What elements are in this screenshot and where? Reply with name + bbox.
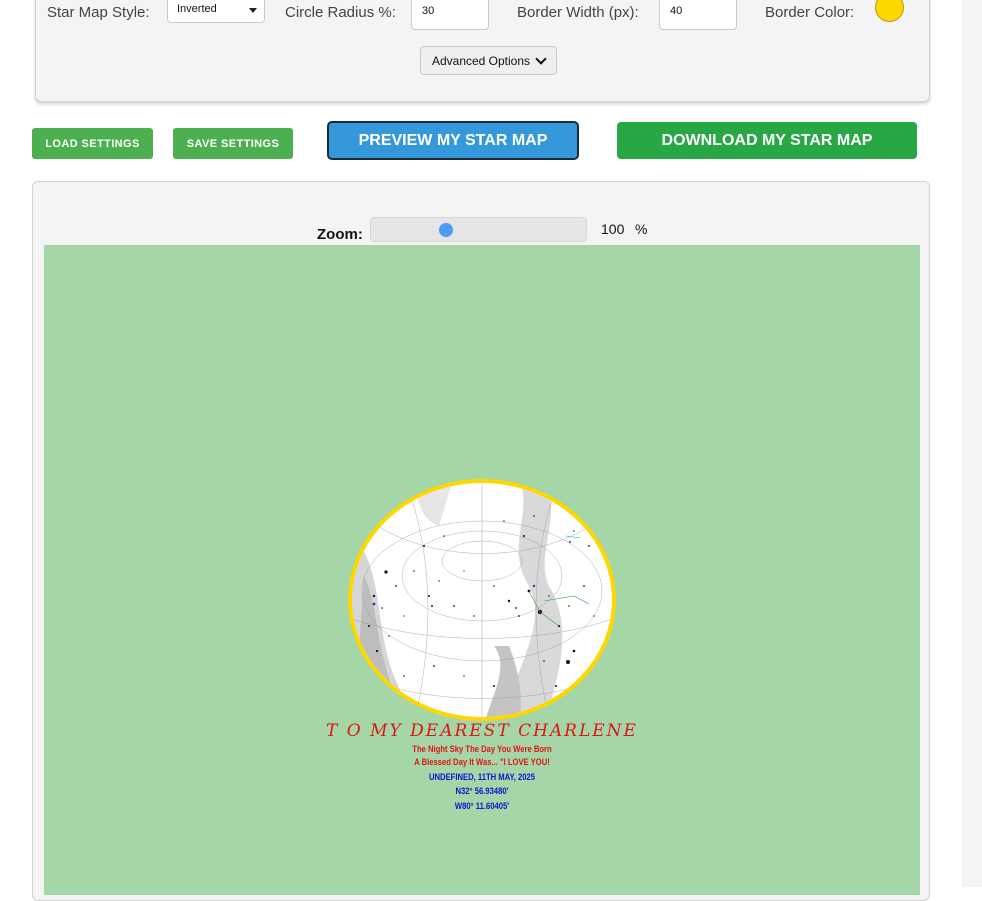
- download-star-map-button[interactable]: DOWNLOAD MY STAR MAP: [617, 122, 917, 159]
- preview-latitude: N32° 56.93480′: [455, 786, 509, 796]
- caret-down-icon: [249, 8, 257, 13]
- load-settings-button[interactable]: LOAD SETTINGS: [32, 128, 153, 159]
- preview-line-1: The Night Sky The Day You Were Born: [412, 744, 552, 754]
- zoom-unit: %: [635, 221, 648, 237]
- zoom-slider[interactable]: [370, 217, 587, 242]
- preview-title: T O MY DEAREST CHARLENE: [326, 721, 638, 741]
- border-width-label: Border Width (px):: [517, 4, 639, 21]
- chevron-down-icon: [535, 52, 547, 65]
- star-map-style-select[interactable]: Inverted: [167, 0, 265, 23]
- border-color-label: Border Color:: [765, 4, 855, 21]
- star-map-style-label: Star Map Style:: [47, 4, 150, 21]
- star-map-circle: [348, 479, 616, 721]
- border-color-swatch[interactable]: [875, 0, 904, 22]
- preview-longitude: W80° 11.60405′: [454, 801, 510, 811]
- star-map-style-value: Inverted: [177, 3, 217, 15]
- star-map-canvas: T O MY DEAREST CHARLENE The Night Sky Th…: [44, 245, 920, 895]
- advanced-options-label: Advanced Options: [431, 53, 531, 68]
- preview-line-2: A Blessed Day It Was... "I LOVE YOU!: [414, 757, 550, 767]
- advanced-options-button[interactable]: Advanced Options: [420, 46, 557, 75]
- zoom-label: Zoom:: [317, 226, 363, 243]
- border-width-input[interactable]: 40: [659, 0, 737, 30]
- zoom-slider-thumb[interactable]: [439, 223, 454, 237]
- settings-panel: Star Map Style: Inverted Circle Radius %…: [35, 0, 930, 102]
- zoom-value: 100: [601, 221, 625, 237]
- save-settings-button[interactable]: SAVE SETTINGS: [173, 128, 293, 159]
- scroll-gutter: [962, 0, 982, 887]
- circle-radius-label: Circle Radius %:: [285, 4, 396, 21]
- preview-star-map-button[interactable]: PREVIEW MY STAR MAP: [327, 121, 579, 160]
- circle-radius-input[interactable]: 30: [411, 0, 489, 30]
- preview-date: UNDEFINED, 11TH MAY, 2025: [428, 772, 536, 782]
